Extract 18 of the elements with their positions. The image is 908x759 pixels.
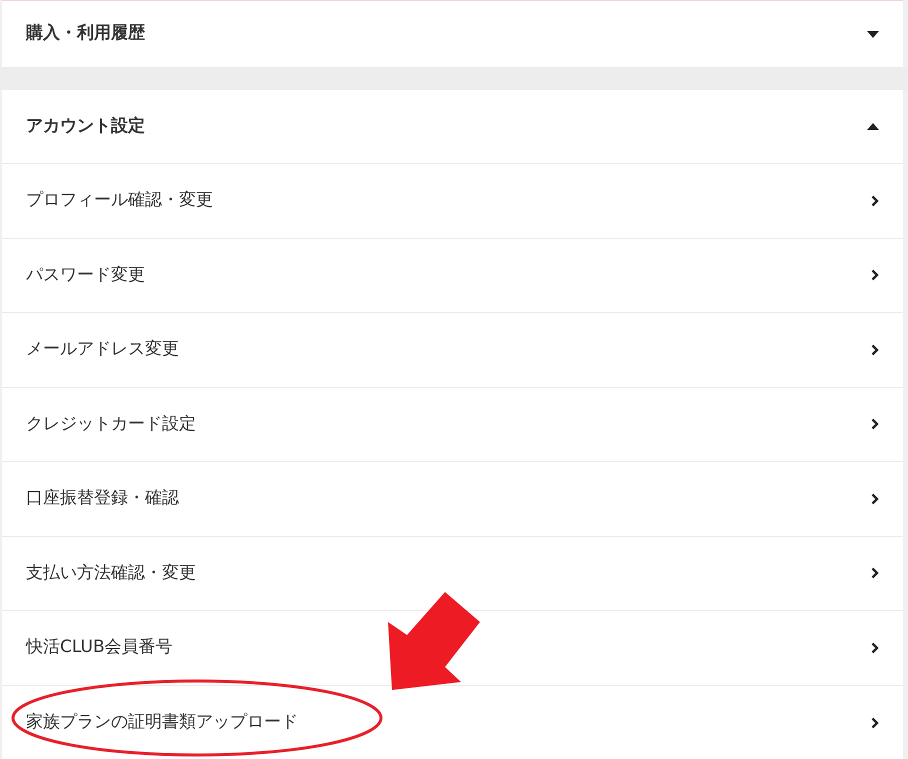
menu-link[interactable]: 家族プランの証明書類アップロード <box>26 710 298 736</box>
section-header[interactable]: 購入・利用履歴 <box>26 21 145 47</box>
menu-link[interactable]: クレジットカード設定 <box>26 412 196 437</box>
section-header[interactable]: アカウント設定 <box>26 114 145 140</box>
chevron-right-icon <box>871 716 879 729</box>
chevron-right-icon <box>871 344 879 356</box>
menu-link[interactable]: 口座振替登録・確認 <box>26 486 179 512</box>
menu-link[interactable]: パスワード変更 <box>26 262 145 288</box>
menu-link[interactable]: プロフィール確認・変更 <box>26 188 213 214</box>
menu-link[interactable]: 快活CLUB会員番号 <box>26 635 173 660</box>
menu-link[interactable]: 支払い方法確認・変更 <box>26 560 196 586</box>
chevron-right-icon <box>871 269 879 282</box>
chevron-right-icon <box>871 642 879 654</box>
menu-link[interactable]: メールアドレス変更 <box>26 337 179 362</box>
chevron-right-icon <box>871 194 879 207</box>
chevron-right-icon <box>871 492 879 505</box>
chevron-right-icon <box>871 567 879 580</box>
chevron-right-icon <box>871 418 879 430</box>
